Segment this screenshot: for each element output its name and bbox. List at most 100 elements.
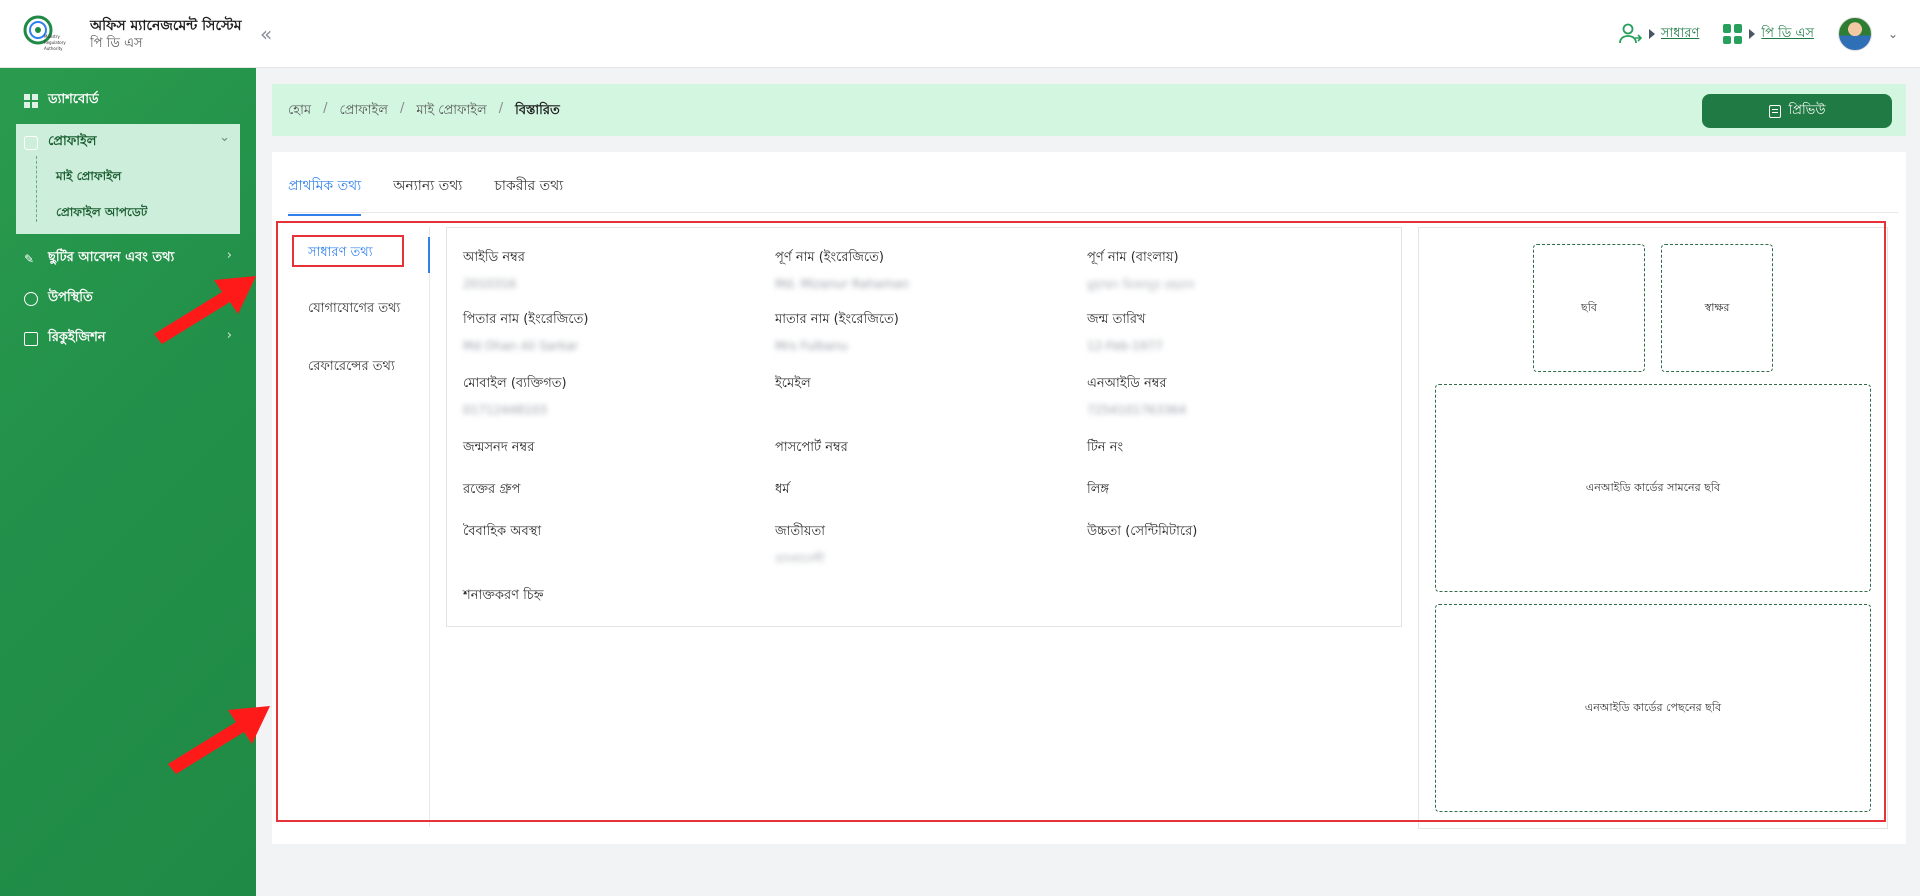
section-nav-reference[interactable]: রেফারেন্সের তথ্য — [308, 357, 395, 378]
svg-text:Regulatory: Regulatory — [44, 40, 66, 45]
preview-button[interactable]: প্রিভিউ — [1702, 94, 1892, 128]
breadcrumb-bar: হোম / প্রোফাইল / মাই প্রোফাইল / বিস্তারি… — [272, 84, 1906, 136]
signature-box[interactable]: স্বাক্ষর — [1661, 244, 1773, 372]
field-value: মুহাম্মদ মিজানুর রহমান — [1087, 278, 1195, 292]
authority-logo: Ministry Regulatory Authority — [23, 15, 66, 51]
field-religion: ধর্ম — [775, 480, 1075, 501]
nid-back-label: এনআইডি কার্ডের পেছনের ছবি — [1584, 700, 1722, 714]
active-indicator — [428, 237, 430, 273]
general-info-panel: আইডি নম্বর 2010316 পূর্ণ নাম (ইংরেজিতে) … — [446, 227, 1402, 627]
field-value: Md Ohan Ali Sarkar — [463, 339, 579, 353]
header-right: সাধারণ পি ডি এস ⌄ — [1605, 16, 1898, 52]
collapse-sidebar-icon[interactable]: « — [260, 22, 272, 46]
sidebar-item-label: উপস্থিতি — [48, 290, 93, 305]
annotation-arrow-icon — [154, 276, 256, 344]
field-label: পূর্ণ নাম (বাংলায়) — [1087, 250, 1179, 265]
caret-right-icon — [1648, 29, 1655, 39]
signature-label: স্বাক্ষর — [1704, 300, 1730, 314]
sidebar-item-profile-update[interactable]: প্রোফাইল আপডেট — [56, 204, 147, 224]
chevron-down-icon[interactable]: ⌄ — [1888, 27, 1898, 41]
breadcrumb-separator: / — [498, 101, 504, 116]
breadcrumb-my-profile[interactable]: মাই প্রোফাইল — [416, 101, 486, 122]
user-switch-icon — [1619, 23, 1643, 44]
submenu-guide — [36, 156, 37, 222]
field-label: পাসপোর্ট নম্বর — [775, 440, 848, 455]
nid-front-box[interactable]: এনআইডি কার্ডের সামনের ছবি — [1435, 384, 1871, 592]
chevron-right-icon[interactable]: › — [227, 248, 232, 263]
sidebar-item-profile[interactable]: প্রোফাইল — [24, 132, 96, 153]
field-label: ধর্ম — [775, 482, 790, 497]
field-value: Mrs Fulbanu — [775, 339, 848, 353]
role-link[interactable]: সাধারণ — [1661, 24, 1699, 45]
nid-back-box[interactable]: এনআইডি কার্ডের পেছনের ছবি — [1435, 604, 1871, 812]
field-label: মোবাইল (ব্যক্তিগত) — [463, 376, 567, 391]
module-switcher[interactable]: পি ডি এস — [1723, 24, 1814, 45]
nid-front-label: এনআইডি কার্ডের সামনের ছবি — [1585, 480, 1721, 494]
sidebar-group-profile: প্রোফাইল ⌄ মাই প্রোফাইল প্রোফাইল আপডেট — [16, 124, 240, 234]
sidebar-item-attendance[interactable]: উপস্থিতি — [24, 288, 93, 309]
section-nav-general[interactable]: সাধারণ তথ্য — [308, 243, 373, 264]
field-nationality: জাতীয়তা বাংলাদেশী — [775, 522, 1075, 571]
clock-icon — [24, 291, 38, 306]
sidebar-item-leave[interactable]: ✎ ছুটির আবেদন এবং তথ্য — [24, 248, 174, 269]
requisition-icon — [24, 331, 38, 346]
tab-job-info[interactable]: চাকরীর তথ্য — [494, 174, 563, 216]
field-label: রক্তের গ্রুপ — [463, 482, 521, 497]
field-value: 01712448103 — [463, 403, 547, 417]
field-name-bn: পূর্ণ নাম (বাংলায়) মুহাম্মদ মিজানুর রহম… — [1087, 248, 1387, 297]
field-mother-name: মাতার নাম (ইংরেজিতে) Mrs Fulbanu — [775, 310, 1075, 353]
field-label: এনআইডি নম্বর — [1087, 376, 1167, 391]
caret-right-icon — [1749, 29, 1756, 39]
app-subtitle: পি ডি এস — [90, 36, 143, 51]
section-nav-contact[interactable]: যোগাযোগের তথ্য — [308, 299, 400, 320]
breadcrumb-home[interactable]: হোম — [288, 101, 311, 122]
section-nav: সাধারণ তথ্য যোগাযোগের তথ্য রেফারেন্সের ত… — [280, 227, 430, 827]
role-switcher[interactable]: সাধারণ — [1619, 23, 1699, 45]
sidebar-item-dashboard[interactable]: ড্যাশবোর্ড — [24, 90, 99, 111]
chevron-down-icon[interactable]: ⌄ — [219, 130, 230, 145]
field-label: পূর্ণ নাম (ইংরেজিতে) — [775, 250, 884, 265]
field-identification-mark: শনাক্তকরণ চিহ্ন — [463, 586, 763, 607]
field-value: 7254101763364 — [1087, 403, 1187, 417]
avatar[interactable] — [1837, 17, 1872, 51]
sidebar-item-requisition[interactable]: রিকুইজিশন — [24, 328, 106, 349]
tab-other-info[interactable]: অন্যান্য তথ্য — [393, 174, 462, 216]
field-height: উচ্চতা (সেন্টিমিটারে) — [1087, 522, 1387, 543]
tab-basic-info[interactable]: প্রাথমিক তথ্য — [288, 174, 362, 216]
breadcrumb-separator: / — [323, 101, 328, 116]
field-label: উচ্চতা (সেন্টিমিটারে) — [1087, 524, 1198, 539]
field-label: টিন নং — [1087, 440, 1124, 455]
module-link[interactable]: পি ডি এস — [1761, 24, 1814, 45]
profile-detail-card: প্রাথমিক তথ্য অন্যান্য তথ্য চাকরীর তথ্য … — [272, 152, 1906, 844]
field-blood-group: রক্তের গ্রুপ — [463, 480, 763, 501]
annotation-arrow-icon — [168, 706, 270, 774]
document-icon — [1768, 104, 1781, 118]
field-marital-status: বৈবাহিক অবস্থা — [463, 522, 763, 543]
field-name-en: পূর্ণ নাম (ইংরেজিতে) Md. Mizanur Rahaman — [775, 248, 1075, 291]
leave-icon: ✎ — [24, 251, 35, 266]
breadcrumb-profile[interactable]: প্রোফাইল — [339, 101, 387, 122]
sidebar-item-label: ড্যাশবোর্ড — [48, 92, 99, 107]
field-father-name: পিতার নাম (ইংরেজিতে) Md Ohan Ali Sarkar — [463, 310, 763, 353]
field-label: বৈবাহিক অবস্থা — [463, 524, 542, 539]
sidebar-item-label: রিকুইজিশন — [48, 330, 106, 345]
svg-text:Ministry: Ministry — [44, 34, 61, 39]
tab-bar: প্রাথমিক তথ্য অন্যান্য তথ্য চাকরীর তথ্য — [288, 174, 563, 216]
media-panel: ছবি স্বাক্ষর এনআইডি কার্ডের সামনের ছবি এ… — [1418, 227, 1888, 829]
field-value: 2010316 — [463, 277, 517, 291]
sidebar-item-my-profile[interactable]: মাই প্রোফাইল — [56, 168, 121, 188]
field-tin: টিন নং — [1087, 438, 1387, 459]
field-label: আইডি নম্বর — [463, 250, 525, 265]
field-label: জাতীয়তা — [775, 524, 826, 539]
field-label: শনাক্তকরণ চিহ্ন — [463, 588, 544, 603]
photo-box[interactable]: ছবি — [1533, 244, 1645, 372]
tab-divider — [288, 212, 1898, 213]
top-header: Ministry Regulatory Authority অফিস ম্যান… — [0, 0, 1920, 68]
apps-grid-icon — [1723, 24, 1743, 44]
field-label: পিতার নাম (ইংরেজিতে) — [463, 312, 589, 327]
breadcrumb-current: বিস্তারিত — [515, 103, 560, 118]
field-gender: লিঙ্গ — [1087, 480, 1387, 501]
field-label: জন্ম তারিখ — [1087, 312, 1146, 327]
field-birth-date: জন্ম তারিখ 12-Feb-1977 — [1087, 310, 1387, 353]
field-value: বাংলাদেশী — [775, 552, 825, 566]
